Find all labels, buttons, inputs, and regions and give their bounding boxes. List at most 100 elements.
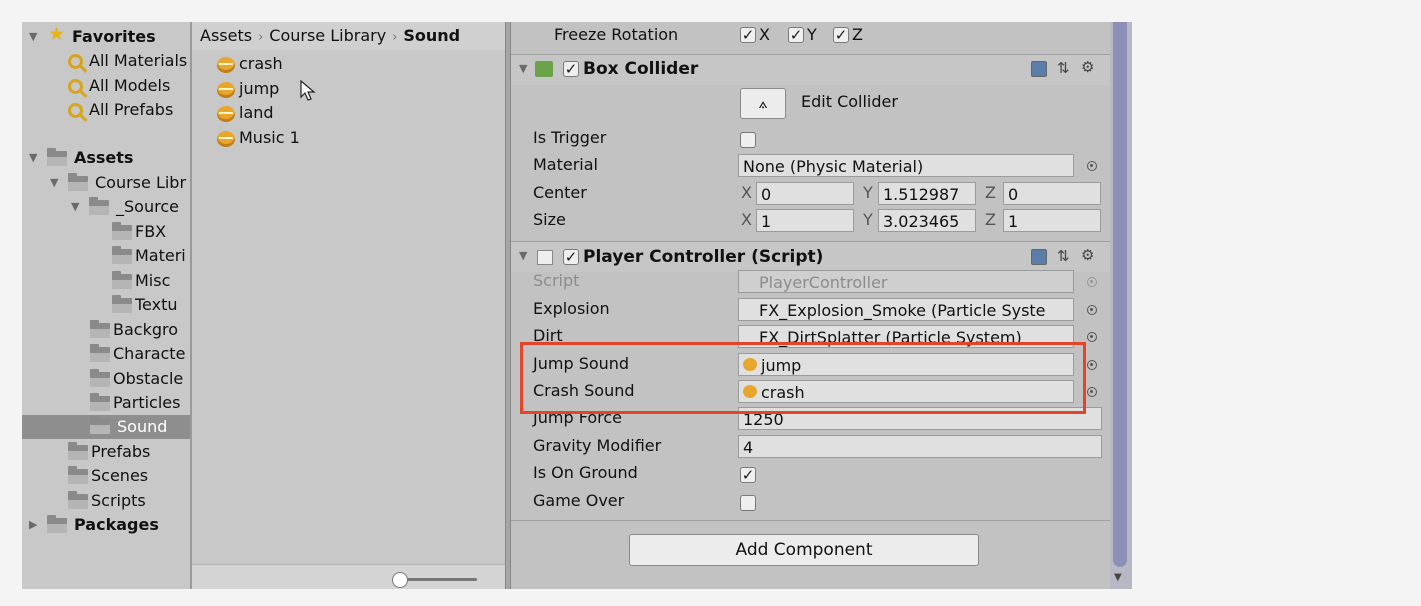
player-controller-title: Player Controller (Script): [583, 247, 824, 267]
freeze-x-checkbox[interactable]: ✓: [740, 27, 756, 43]
tree-item-scenes[interactable]: Scenes: [68, 464, 148, 488]
center-z-label: Z: [985, 183, 996, 202]
tree-item-obstacles[interactable]: Obstacle: [90, 367, 183, 391]
expand-arrow-icon[interactable]: ▼: [71, 195, 79, 219]
object-picker-icon[interactable]: [1087, 387, 1097, 397]
scrollbar-thumb[interactable]: [1113, 22, 1127, 567]
breadcrumb: Assets › Course Library › Sound: [192, 22, 505, 50]
is-trigger-checkbox[interactable]: [740, 132, 756, 148]
folder-icon: [112, 295, 132, 313]
script-icon: [537, 250, 553, 265]
gear-icon[interactable]: ⚙: [1081, 58, 1094, 76]
box-collider-enabled-checkbox[interactable]: ✓: [563, 61, 579, 77]
center-z-input[interactable]: 0: [1003, 182, 1101, 205]
tree-item-characters[interactable]: Characte: [90, 342, 185, 366]
folder-icon: [68, 442, 88, 460]
folder-icon: [112, 271, 132, 289]
tree-item-label: _Source: [116, 197, 179, 216]
tree-item-all-models[interactable]: All Models: [68, 74, 170, 98]
help-book-icon[interactable]: [1031, 61, 1047, 77]
assets-label: Assets: [74, 148, 134, 167]
annotation-highlight-box: [520, 342, 1086, 414]
center-x-label: X: [741, 183, 752, 202]
tree-item-label: Prefabs: [91, 442, 151, 461]
tree-item-particles[interactable]: Particles: [90, 391, 180, 415]
folder-icon: [47, 148, 67, 166]
object-picker-icon[interactable]: [1087, 360, 1097, 370]
preset-icon[interactable]: ⇅: [1057, 247, 1070, 265]
mouse-cursor-icon: [300, 80, 316, 101]
box-collider-header[interactable]: ▼ ✓ Box Collider ⇅ ⚙: [511, 54, 1110, 85]
gear-icon[interactable]: ⚙: [1081, 246, 1094, 264]
inspector-scrollbar[interactable]: ▼: [1110, 22, 1132, 589]
size-y-input[interactable]: 3.023465: [878, 209, 976, 232]
add-component-button[interactable]: Add Component: [629, 534, 979, 566]
help-book-icon[interactable]: [1031, 249, 1047, 265]
material-field[interactable]: None (Physic Material): [738, 154, 1074, 177]
asset-item-music[interactable]: Music 1: [217, 126, 300, 150]
center-x-input[interactable]: 0: [756, 182, 854, 205]
audio-clip-icon: [217, 81, 235, 98]
collapse-arrow-icon[interactable]: ▼: [519, 249, 527, 262]
size-z-input[interactable]: 1: [1003, 209, 1101, 232]
edit-collider-label: Edit Collider: [801, 92, 898, 111]
asset-item-crash[interactable]: crash: [217, 52, 283, 76]
scroll-down-arrow-icon[interactable]: ▼: [1114, 572, 1122, 583]
box-collider-icon: [535, 61, 553, 77]
is-on-ground-label: Is On Ground: [533, 463, 638, 482]
icon-size-slider-track[interactable]: [399, 578, 477, 581]
search-icon: [68, 79, 83, 94]
folder-icon: [112, 222, 132, 240]
tree-item-misc[interactable]: Misc: [112, 269, 170, 293]
tree-item-all-prefabs[interactable]: All Prefabs: [68, 98, 173, 122]
asset-item-land[interactable]: land: [217, 101, 274, 125]
folder-icon: [68, 173, 88, 191]
explosion-field[interactable]: FX_Explosion_Smoke (Particle Syste: [738, 298, 1074, 321]
tree-item-fbx[interactable]: FBX: [112, 220, 166, 244]
expand-arrow-icon[interactable]: ▶: [29, 513, 37, 537]
tree-item-label: All Models: [89, 76, 171, 95]
breadcrumb-item-current[interactable]: Sound: [403, 26, 460, 45]
edit-collider-button[interactable]: ⟑: [740, 88, 786, 119]
center-y-input[interactable]: 1.512987: [878, 182, 976, 205]
player-controller-enabled-checkbox[interactable]: ✓: [563, 249, 579, 265]
tree-item-label: Textu: [135, 295, 178, 314]
breadcrumb-separator-icon: ›: [258, 30, 264, 45]
object-picker-icon[interactable]: [1087, 161, 1097, 171]
freeze-y-checkbox[interactable]: ✓: [788, 27, 804, 43]
gravity-modifier-label: Gravity Modifier: [533, 436, 662, 455]
assets-panel: Assets › Course Library › Sound crash jump l…: [192, 22, 505, 589]
expand-arrow-icon[interactable]: ▼: [29, 25, 37, 49]
search-icon: [68, 103, 83, 118]
tree-item-label: Misc: [135, 271, 171, 290]
tree-item-all-materials[interactable]: All Materials: [68, 49, 187, 73]
freeze-z-checkbox[interactable]: ✓: [833, 27, 849, 43]
freeze-rotation-label: Freeze Rotation: [554, 25, 679, 44]
gravity-modifier-input[interactable]: 4: [738, 435, 1102, 458]
is-on-ground-checkbox[interactable]: ✓: [740, 467, 756, 483]
tree-item-prefabs[interactable]: Prefabs: [68, 440, 150, 464]
player-controller-header[interactable]: ▼ ✓ Player Controller (Script) ⇅ ⚙: [511, 241, 1110, 272]
expand-arrow-icon[interactable]: ▼: [29, 146, 37, 170]
breadcrumb-item[interactable]: Assets: [200, 26, 252, 45]
script-label: Script: [533, 271, 580, 290]
size-x-input[interactable]: 1: [756, 209, 854, 232]
object-picker-icon[interactable]: [1087, 305, 1097, 315]
tree-item-backgrounds[interactable]: Backgro: [90, 318, 178, 342]
asset-item-jump[interactable]: jump: [217, 77, 279, 101]
tree-item-scripts[interactable]: Scripts: [68, 489, 146, 513]
breadcrumb-item[interactable]: Course Library: [269, 26, 386, 45]
collapse-arrow-icon[interactable]: ▼: [519, 62, 527, 75]
tree-item-label: All Materials: [89, 51, 188, 70]
preset-icon[interactable]: ⇅: [1057, 59, 1070, 77]
tree-item-textures[interactable]: Textu: [112, 293, 178, 317]
tree-item-materials[interactable]: Materi: [112, 244, 186, 268]
tree-item-sound-selected[interactable]: Sound: [22, 415, 190, 439]
game-over-checkbox[interactable]: [740, 495, 756, 511]
project-tree: ▼ ★ Favorites All Materials All Models A…: [22, 22, 190, 589]
expand-arrow-icon[interactable]: ▼: [50, 171, 58, 195]
freeze-y-label: Y: [807, 25, 817, 44]
script-field: PlayerController: [738, 270, 1074, 293]
object-picker-icon[interactable]: [1087, 332, 1097, 342]
icon-size-slider-handle[interactable]: [392, 572, 408, 588]
